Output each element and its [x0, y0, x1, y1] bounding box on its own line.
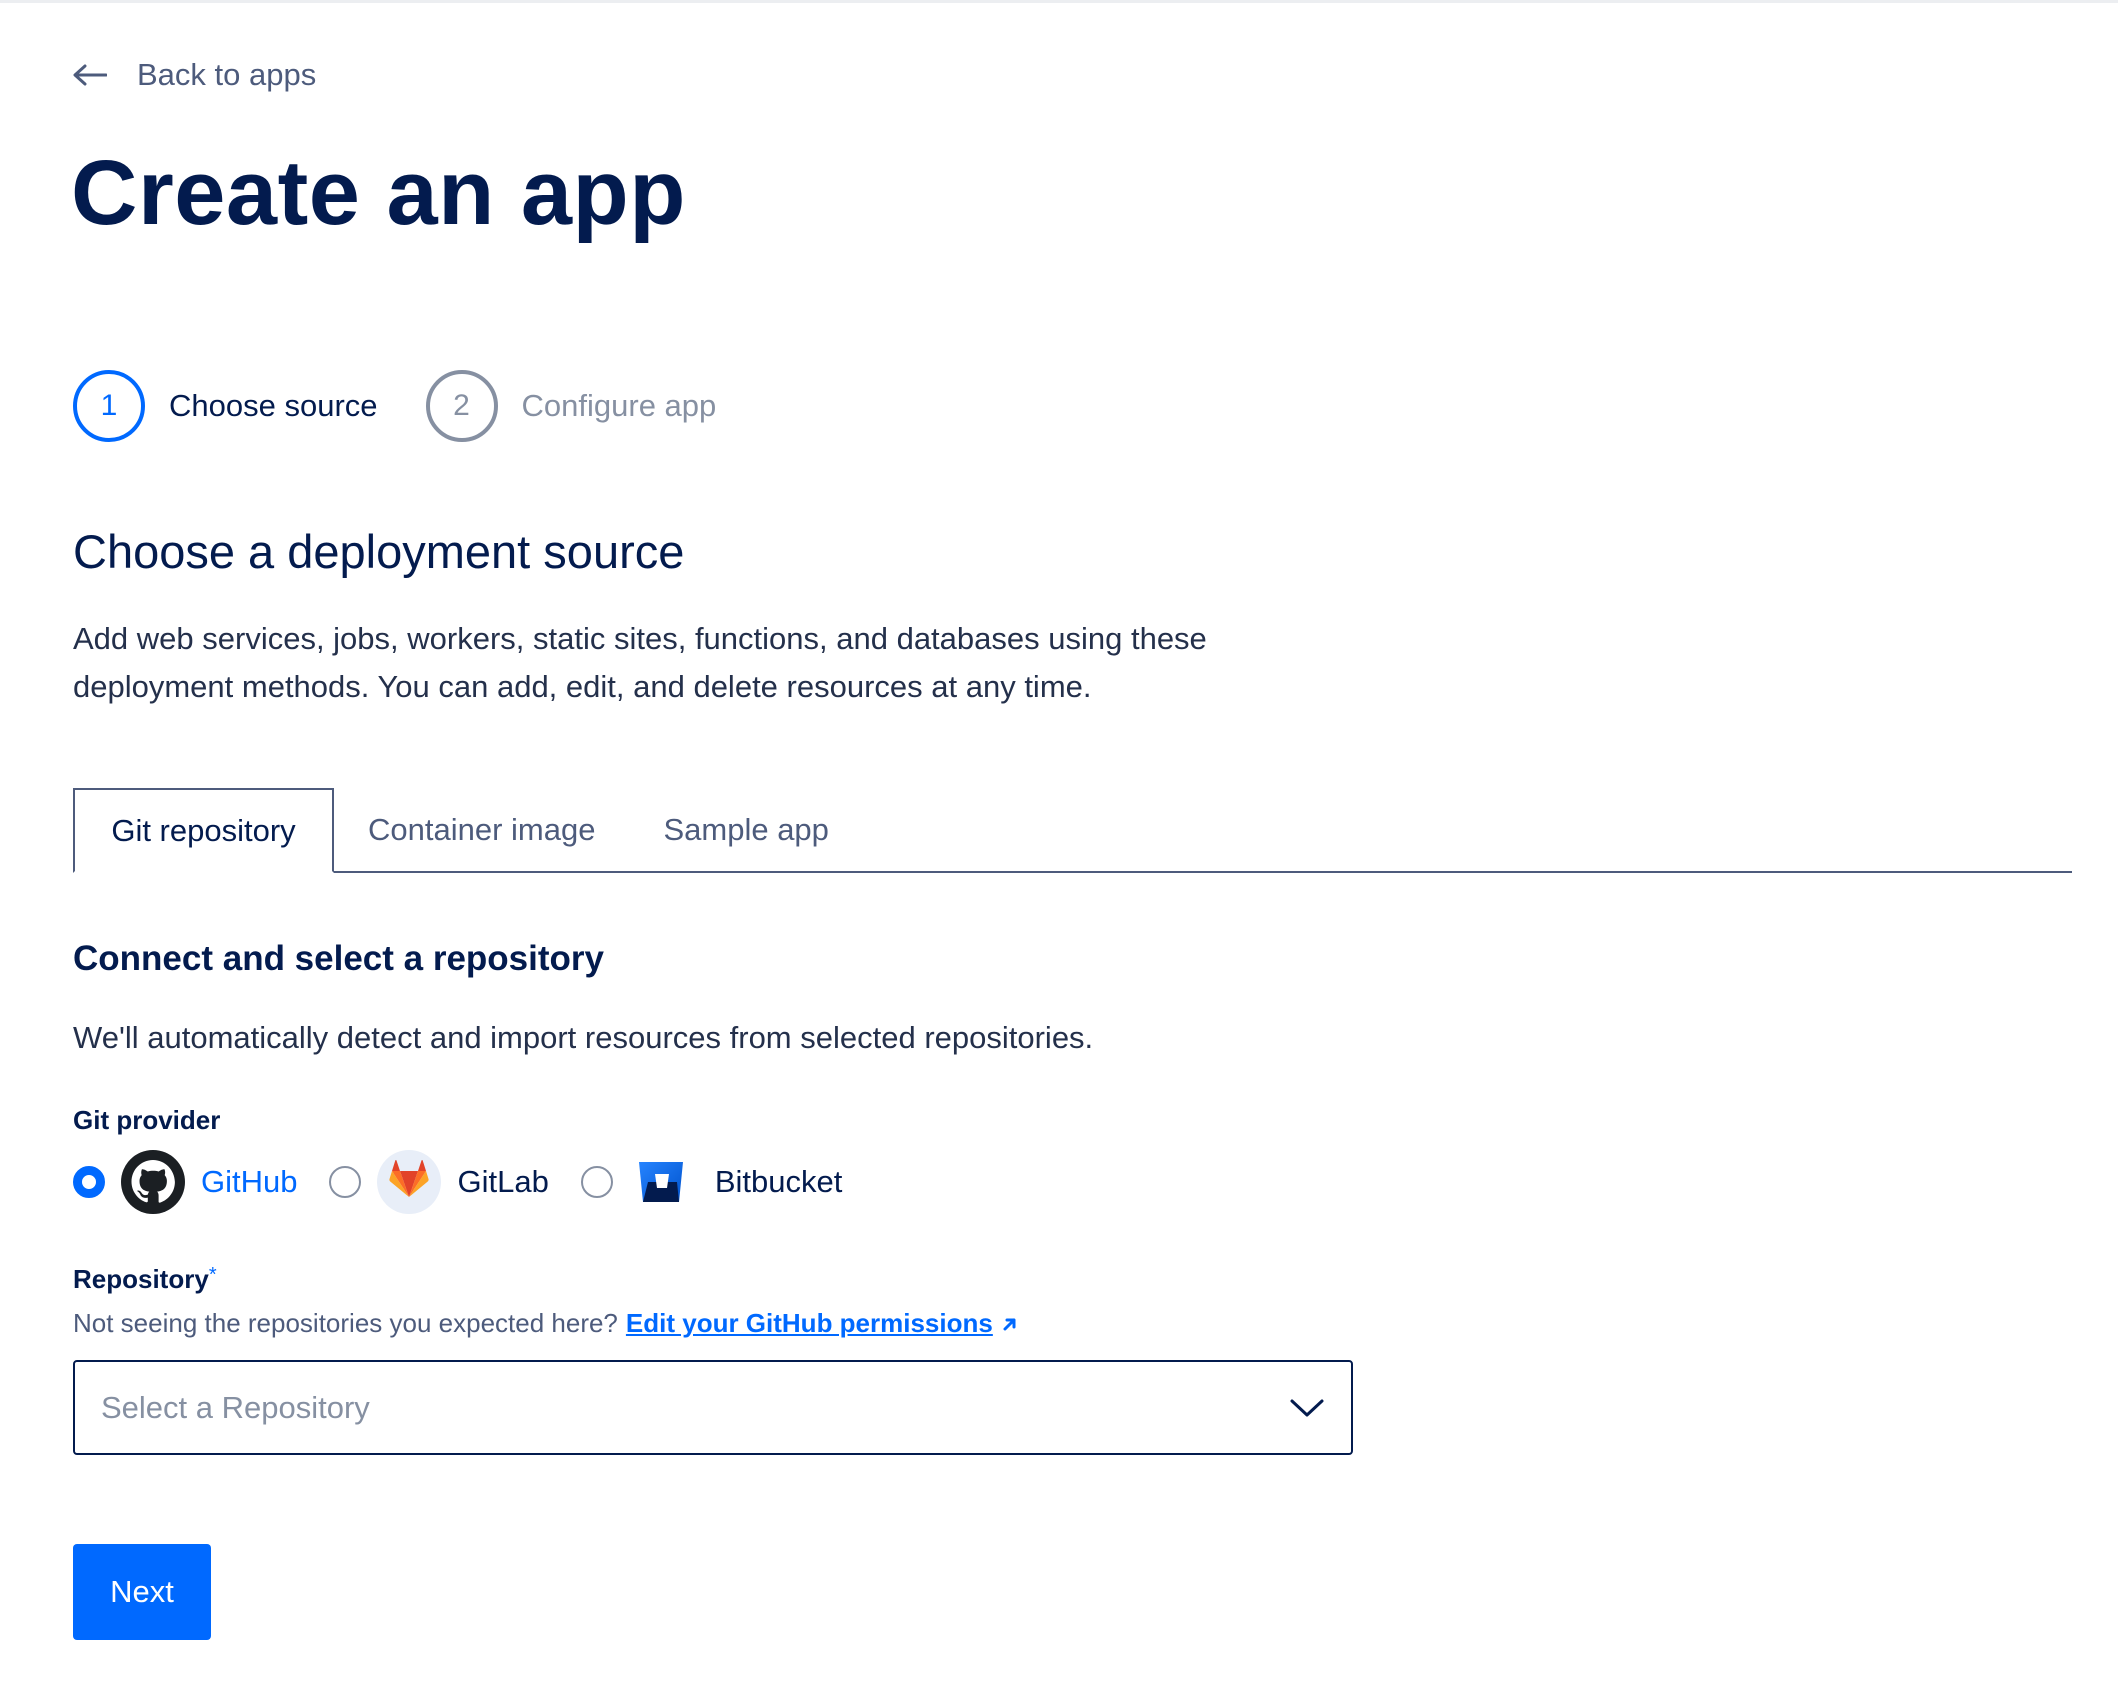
repo-section-description: We'll automatically detect and import re…	[73, 1020, 1094, 1055]
provider-gitlab[interactable]: GitLab	[329, 1150, 549, 1214]
repository-label: Repository*	[73, 1264, 217, 1295]
back-to-apps-link[interactable]: Back to apps	[73, 57, 316, 93]
tab-container-image[interactable]: Container image	[334, 788, 629, 871]
step-number: 1	[73, 370, 145, 442]
repository-label-text: Repository	[73, 1264, 209, 1294]
section-title: Choose a deployment source	[73, 525, 685, 578]
source-tabs: Git repository Container image Sample ap…	[73, 788, 2072, 873]
external-link-icon	[1003, 1318, 1016, 1330]
step-label: Configure app	[521, 388, 717, 423]
github-icon	[121, 1150, 185, 1214]
create-app-page: Back to apps Create an app 1 Choose sour…	[0, 0, 2118, 1694]
repository-select[interactable]: Select a Repository	[73, 1360, 1353, 1455]
step-number: 2	[425, 370, 498, 442]
page-title: Create an app	[71, 142, 686, 244]
step-choose-source: 1 Choose source	[73, 370, 378, 442]
github-radio[interactable]	[73, 1166, 105, 1198]
chevron-down-icon	[1290, 1399, 1324, 1416]
gitlab-radio[interactable]	[329, 1166, 362, 1198]
step-label: Choose source	[169, 388, 378, 423]
tab-git-repository[interactable]: Git repository	[73, 788, 334, 873]
stepper: 1 Choose source 2 Configure app	[73, 370, 716, 442]
gitlab-icon	[377, 1150, 442, 1214]
tab-sample-app[interactable]: Sample app	[629, 788, 862, 871]
git-provider-label: Git provider	[73, 1105, 221, 1135]
back-label: Back to apps	[137, 57, 317, 92]
arrow-left-icon	[73, 64, 107, 86]
provider-name: GitHub	[201, 1164, 298, 1199]
step-configure-app: 2 Configure app	[425, 370, 717, 442]
git-provider-options: GitHub GitLab Bitbucket	[73, 1150, 842, 1214]
repo-section-title: Connect and select a repository	[73, 939, 604, 978]
top-border	[0, 0, 2118, 3]
repository-hint-text: Not seeing the repositories you expected…	[73, 1308, 618, 1338]
repository-hint: Not seeing the repositories you expected…	[73, 1308, 1019, 1339]
repository-select-placeholder: Select a Repository	[101, 1389, 370, 1425]
edit-github-permissions-link[interactable]: Edit your GitHub permissions	[626, 1308, 993, 1339]
provider-name: GitLab	[457, 1164, 549, 1199]
section-description: Add web services, jobs, workers, static …	[73, 621, 1207, 704]
bitbucket-radio[interactable]	[580, 1166, 613, 1198]
provider-name: Bitbucket	[714, 1164, 843, 1199]
required-mark: *	[208, 1264, 217, 1286]
bitbucket-icon	[629, 1150, 693, 1214]
provider-github[interactable]: GitHub	[73, 1150, 297, 1214]
provider-bitbucket[interactable]: Bitbucket	[580, 1150, 843, 1214]
next-button[interactable]: Next	[73, 1544, 211, 1640]
